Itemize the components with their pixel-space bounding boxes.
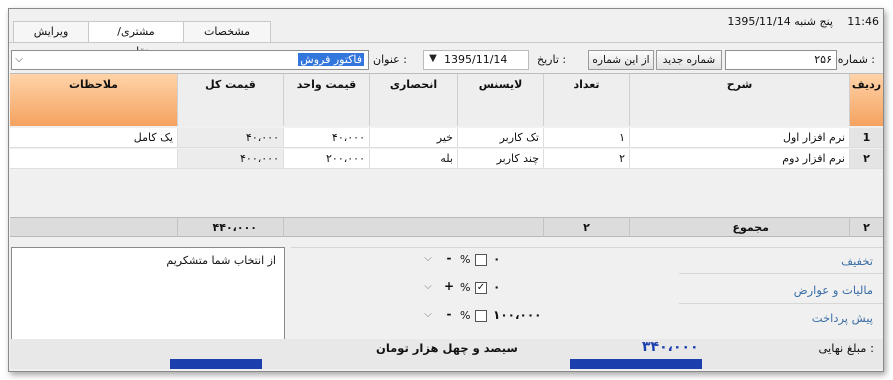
- date-label: تاریخ :: [537, 53, 567, 66]
- cell-total-price[interactable]: ۴۰۰،۰۰۰: [178, 149, 284, 169]
- title-input[interactable]: فاکتور فروش: [11, 50, 369, 70]
- cell-notes[interactable]: یک کامل: [10, 128, 178, 148]
- col-header-description[interactable]: شرح: [630, 74, 850, 126]
- items-grid: ردیف شرح تعداد لایسنس انحصاری قیمت واحد …: [10, 73, 883, 217]
- title-bar: 11:46 پنج شنبه 1395/11/14 ویرایش مشتری/م…: [9, 9, 883, 58]
- prepayment-percent-checkbox[interactable]: [475, 310, 487, 322]
- final-amount-label: مبلغ نهایی :: [818, 341, 874, 355]
- cell-description[interactable]: نرم افزار دوم: [630, 149, 850, 169]
- col-header-quantity[interactable]: تعداد: [544, 74, 630, 126]
- title-value: فاکتور فروش: [298, 53, 364, 66]
- cell-unit-price[interactable]: ۴۰،۰۰۰: [284, 128, 370, 148]
- footer-blue-strip-right: [570, 359, 702, 369]
- tax-percent-symbol: %: [460, 281, 471, 294]
- tab-specs[interactable]: مشخصات: [183, 21, 271, 43]
- number-input[interactable]: ۲۵۶: [725, 50, 837, 70]
- adjust-divider-2: [679, 303, 883, 304]
- cell-unit-price[interactable]: ۲۰۰،۰۰۰: [284, 149, 370, 169]
- prepayment-value[interactable]: ۱۰۰،۰۰۰: [493, 308, 542, 322]
- col-header-license[interactable]: لایسنس: [458, 74, 544, 126]
- cell-quantity[interactable]: ۲: [544, 149, 630, 169]
- cell-notes[interactable]: [10, 149, 178, 169]
- row-index[interactable]: 1: [850, 128, 883, 148]
- new-number-button[interactable]: شماره جدید: [656, 50, 722, 70]
- discount-label: تخفیف: [841, 254, 873, 268]
- adjust-divider-1: [679, 273, 883, 274]
- tax-sign-toggle[interactable]: +: [443, 279, 455, 293]
- prepayment-percent-symbol: %: [460, 309, 471, 322]
- col-header-notes[interactable]: ملاحظات: [10, 74, 178, 126]
- totals-quantity: ۲: [544, 218, 630, 237]
- discount-sign-toggle[interactable]: -: [443, 251, 455, 265]
- totals-row: ۲ مجموع ۲ ۴۴۰،۰۰۰: [10, 217, 883, 237]
- tax-dropdown-chevron-icon[interactable]: ⌵: [422, 281, 434, 292]
- footer-blue-strip-left: [170, 359, 262, 369]
- date-dropdown-chevron-icon[interactable]: ▼: [427, 53, 439, 64]
- tab-customer[interactable]: مشتری/متقاضی: [88, 21, 184, 58]
- table-row[interactable]: 1 نرم افزار اول ۱ تک کاربر خیر ۴۰،۰۰۰ ۴۰…: [10, 128, 883, 148]
- cell-license[interactable]: تک کاربر: [458, 128, 544, 148]
- cell-license[interactable]: چند کاربر: [458, 149, 544, 169]
- totals-notes-spacer: [10, 218, 178, 237]
- notes-textarea[interactable]: از انتخاب شما متشکریم: [11, 247, 285, 341]
- prepayment-label: پیش پرداخت: [811, 311, 873, 325]
- tax-label: مالیات و عوارض: [793, 283, 873, 297]
- col-header-row[interactable]: ردیف: [850, 74, 883, 126]
- from-this-number-button[interactable]: از این شماره: [588, 50, 654, 70]
- cell-exclusive[interactable]: بله: [370, 149, 458, 169]
- discount-percent-checkbox[interactable]: [475, 254, 487, 266]
- table-row[interactable]: ۲ نرم افزار دوم ۲ چند کاربر بله ۲۰۰،۰۰۰ …: [10, 149, 883, 169]
- col-header-exclusive[interactable]: انحصاری: [370, 74, 458, 126]
- prepayment-sign-toggle[interactable]: -: [443, 307, 455, 321]
- footer-bar: مبلغ نهایی : ۳۴۰،۰۰۰ سیصد و چهل هزار توم…: [10, 339, 883, 369]
- prepayment-dropdown-chevron-icon[interactable]: ⌵: [422, 309, 434, 320]
- cell-quantity[interactable]: ۱: [544, 128, 630, 148]
- cell-total-price[interactable]: ۴۰،۰۰۰: [178, 128, 284, 148]
- amount-in-words: سیصد و چهل هزار تومان: [376, 341, 518, 355]
- adjust-top-divider: [291, 247, 883, 248]
- tab-divider: [9, 42, 883, 43]
- discount-dropdown-chevron-icon[interactable]: ⌵: [422, 253, 434, 264]
- title-label: عنوان :: [373, 53, 407, 66]
- clock: 11:46: [847, 15, 879, 28]
- invoice-window: 11:46 پنج شنبه 1395/11/14 ویرایش مشتری/م…: [8, 8, 884, 372]
- totals-total-price: ۴۴۰،۰۰۰: [178, 218, 284, 237]
- current-date: پنج شنبه 1395/11/14: [727, 15, 833, 28]
- cell-description[interactable]: نرم افزار اول: [630, 128, 850, 148]
- tax-percent-checkbox[interactable]: ✓: [475, 282, 487, 294]
- tab-strip: ویرایش مشتری/متقاضی مشخصات: [13, 21, 271, 58]
- number-label: شماره :: [837, 53, 875, 66]
- date-value: 1395/11/14: [444, 53, 508, 66]
- title-dropdown-chevron-icon[interactable]: ⌵: [13, 54, 25, 65]
- tab-edit[interactable]: ویرایش: [13, 21, 89, 43]
- row-index[interactable]: ۲: [850, 149, 883, 169]
- col-header-total-price[interactable]: قیمت کل: [178, 74, 284, 126]
- totals-row-count: ۲: [850, 218, 883, 237]
- totals-label: مجموع: [630, 218, 850, 237]
- cell-exclusive[interactable]: خیر: [370, 128, 458, 148]
- discount-value[interactable]: ۰: [493, 252, 500, 266]
- discount-percent-symbol: %: [460, 253, 471, 266]
- tax-value[interactable]: ۰: [493, 280, 500, 294]
- final-amount-value: ۳۴۰،۰۰۰: [642, 339, 699, 355]
- totals-spacer: [284, 218, 544, 237]
- col-header-unit-price[interactable]: قیمت واحد: [284, 74, 370, 126]
